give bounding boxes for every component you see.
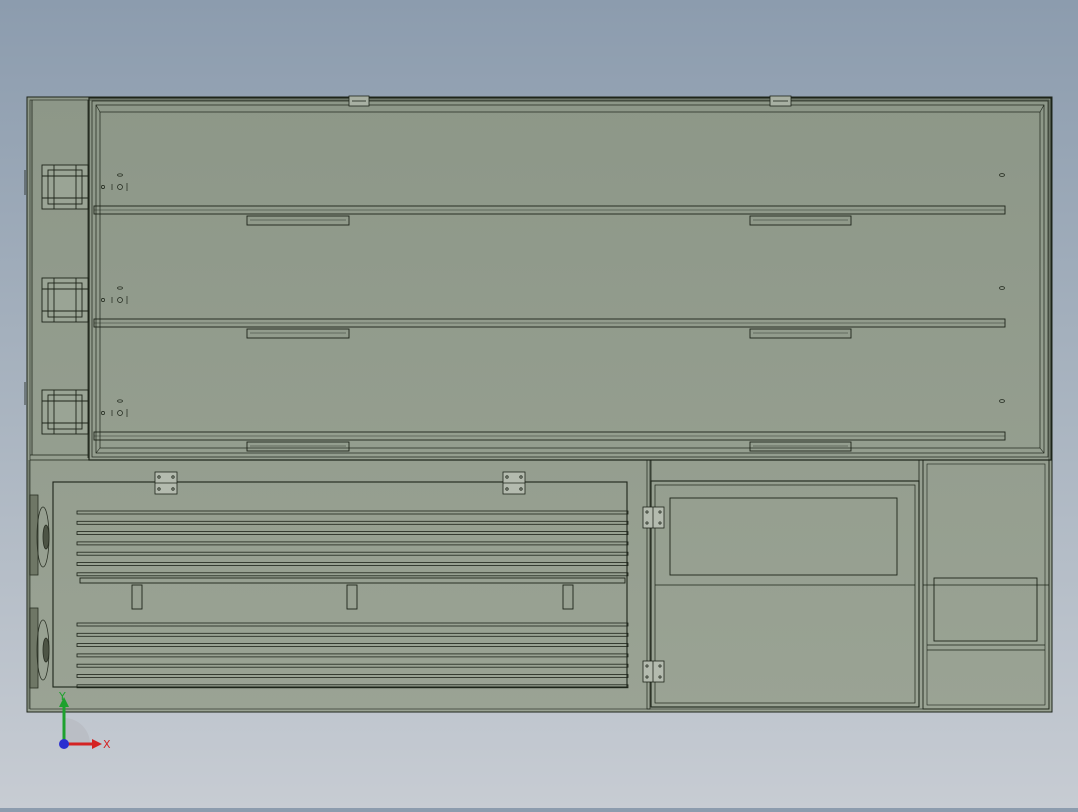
x-axis-label: X [103,738,111,751]
door-hinge-upper [642,506,665,529]
cad-viewport[interactable]: Y X [0,0,1078,808]
cad-drawing: Y X [24,95,1053,751]
z-axis-origin [59,739,69,749]
bracket-3 [41,389,89,435]
panel-hinge-right [502,471,526,495]
y-axis-label: Y [58,690,66,703]
bracket-1 [41,164,89,210]
top-hinge-right [769,95,792,107]
x-axis-arrowhead [92,739,102,749]
panel-hinge-left [154,471,178,495]
door-hinge-lower [642,660,665,683]
bracket-2 [41,277,89,323]
top-hinge-left [348,95,370,107]
outer-frame [26,96,1053,713]
triad-arc [64,718,90,744]
